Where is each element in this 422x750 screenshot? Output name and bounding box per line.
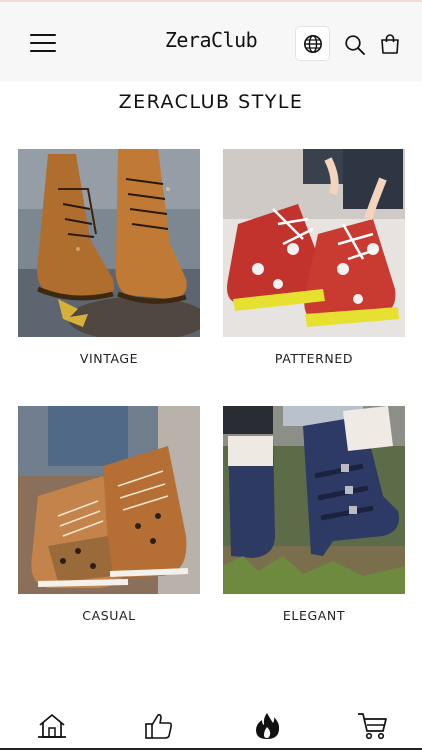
section-title: ZERACLUB STYLE (118, 91, 304, 113)
category-card-vintage[interactable]: VINTAGE (18, 149, 200, 366)
category-card-patterned[interactable]: PATTERNED (223, 149, 405, 366)
category-label: PATTERNED (274, 351, 354, 366)
nav-favorites[interactable] (143, 710, 175, 742)
menu-button[interactable] (30, 32, 56, 52)
thumbs-up-icon (145, 714, 173, 739)
category-label: ELEGANT (282, 608, 346, 623)
casual-sneakers-image (18, 406, 200, 594)
elegant-boots-image (223, 406, 405, 594)
language-button[interactable] (295, 26, 330, 61)
category-card-elegant[interactable]: ELEGANT (223, 406, 405, 623)
menu-icon-line (30, 34, 56, 36)
shopping-bag-icon (381, 34, 399, 54)
brand-logo-text[interactable]: ZeraClub (165, 28, 258, 52)
menu-icon-line (30, 42, 56, 44)
bottom-nav (0, 700, 422, 750)
nav-cart[interactable] (357, 710, 389, 742)
globe-icon (303, 34, 322, 53)
search-button[interactable] (344, 34, 366, 56)
top-bar: ZeraClub (0, 0, 422, 82)
flame-icon (256, 713, 280, 739)
menu-icon-line (30, 50, 56, 52)
category-card-casual[interactable]: CASUAL (18, 406, 200, 623)
category-label: VINTAGE (79, 351, 139, 366)
nav-trending[interactable] (251, 710, 283, 742)
category-label: CASUAL (82, 608, 136, 623)
cart-icon (358, 713, 387, 740)
patterned-boots-image (223, 149, 405, 337)
search-icon (345, 35, 365, 55)
nav-home[interactable] (36, 710, 68, 742)
shopping-bag-button[interactable] (379, 33, 401, 55)
vintage-boots-image (18, 149, 200, 337)
home-icon (38, 714, 66, 738)
